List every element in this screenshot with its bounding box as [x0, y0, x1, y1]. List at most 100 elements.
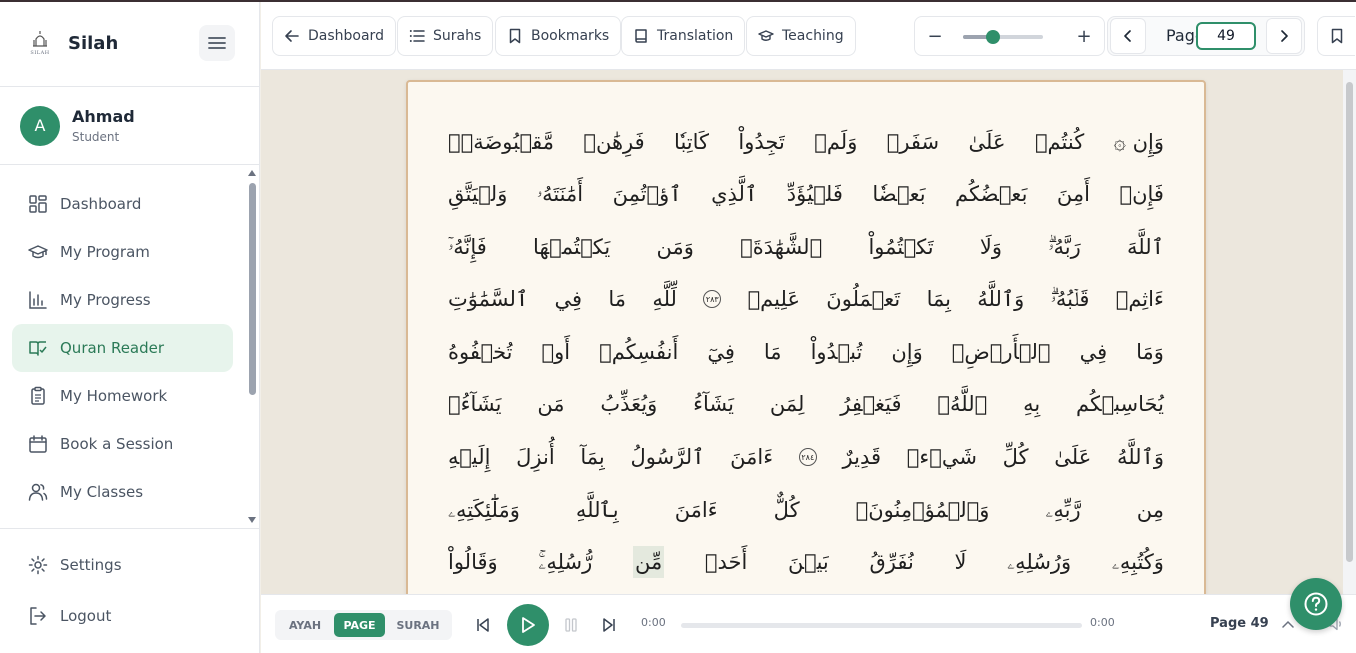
quran-word[interactable]: وَمَن — [657, 235, 694, 259]
quran-word[interactable]: وَإِن — [891, 340, 922, 364]
mushaf-page[interactable]: ۞ وَإِن كُنتُمۡ عَلَىٰ سَفَرٖ وَلَمۡ تَجِدُوا… — [406, 80, 1206, 594]
quran-word[interactable]: عَلِيمٞ — [748, 287, 800, 311]
quran-word[interactable]: فِي — [1080, 340, 1108, 364]
page-number-input[interactable] — [1196, 22, 1256, 50]
quran-word[interactable]: كَاتِبٗا — [674, 130, 709, 154]
quran-word[interactable]: وَيُعَذِّبُ — [600, 392, 657, 416]
quran-word[interactable]: مَّقۡبُوضَةٞۖ — [448, 130, 554, 154]
quran-word[interactable]: سَفَرٖ — [887, 130, 939, 154]
quran-word[interactable]: بِمَا — [927, 287, 951, 311]
quran-word[interactable]: وَٱللَّهُ — [977, 287, 1024, 311]
quran-word[interactable]: ءَامَنَ — [730, 445, 773, 469]
quran-word[interactable]: فِي — [555, 287, 583, 311]
quran-word[interactable]: تَعۡمَلُونَ — [826, 287, 900, 311]
quran-word[interactable]: فَرِهَٰنٞ — [583, 130, 644, 154]
quran-word[interactable]: ٱلۡأَرۡضِۗ — [952, 340, 1051, 364]
sidebar-item-my-progress[interactable]: My Progress — [12, 276, 233, 324]
quran-word[interactable]: شَيۡءٖ — [907, 445, 977, 469]
quran-word[interactable]: وَلَمۡ — [814, 130, 857, 154]
quran-word[interactable]: فِيٓ — [707, 340, 735, 364]
quran-word[interactable]: بَعۡضُكُم — [955, 182, 1027, 206]
quran-word[interactable]: فَلۡيُؤَدِّ — [787, 182, 843, 206]
ayah-number-marker[interactable]: ٢٨٣ — [703, 290, 722, 308]
translation-button[interactable]: Translation — [621, 16, 746, 56]
quran-word[interactable]: وَقَالُواْ — [448, 550, 498, 574]
quran-word[interactable]: قَلۡبُهُۥۗ — [1051, 287, 1090, 312]
mode-ayah-button[interactable]: AYAH — [279, 613, 331, 637]
quran-word[interactable]: عَلَىٰ — [969, 130, 1006, 154]
quran-word[interactable]: يَكۡتُمۡهَا — [533, 235, 610, 259]
quran-word[interactable]: وَمَا — [1136, 340, 1164, 364]
quran-word[interactable]: ٱلسَّمَٰوَٰتِ — [448, 287, 528, 311]
next-page-button[interactable] — [1266, 18, 1302, 54]
app-logo[interactable]: SILAH — [26, 27, 54, 59]
skip-forward-button[interactable] — [599, 615, 619, 635]
audio-progress-bar[interactable] — [681, 623, 1082, 628]
quran-word[interactable]: بِهِ — [1023, 392, 1040, 416]
sidebar-item-book-a-session[interactable]: Book a Session — [12, 420, 233, 468]
quran-word[interactable]: أَنفُسِكُمۡ — [599, 340, 678, 364]
reader-scrollbar[interactable] — [1343, 70, 1356, 594]
play-button[interactable] — [507, 604, 549, 646]
zoom-out-button[interactable]: − — [915, 17, 955, 55]
expand-player-button[interactable] — [1281, 617, 1295, 631]
zoom-slider-handle[interactable] — [986, 30, 1001, 44]
scroll-down-arrow[interactable] — [248, 517, 256, 523]
quran-word[interactable]: لِمَن — [770, 392, 805, 416]
quran-word[interactable]: تُبۡدُواْ — [811, 340, 863, 364]
quran-word[interactable]: تُخۡفُوهُ — [448, 340, 512, 364]
previous-page-button[interactable] — [1110, 18, 1146, 54]
quran-word[interactable]: ۞ وَإِن — [1114, 130, 1164, 154]
quran-word[interactable]: تَكۡتُمُواْ — [868, 235, 933, 259]
zoom-in-button[interactable]: + — [1064, 17, 1104, 55]
mode-surah-button[interactable]: SURAH — [388, 613, 448, 637]
quran-word[interactable]: يَشَآءُ — [693, 392, 734, 416]
help-button[interactable] — [1290, 578, 1342, 630]
quran-word[interactable]: يَشَآءُۗ — [448, 392, 501, 416]
quran-word[interactable]: كُلِّ — [1003, 445, 1029, 469]
quran-word[interactable]: تَجِدُواْ — [738, 130, 784, 154]
quran-word[interactable]: مِّن — [632, 546, 665, 578]
scroll-up-arrow[interactable] — [248, 170, 256, 176]
quran-word[interactable]: كُنتُمۡ — [1035, 130, 1084, 154]
quran-word[interactable]: وَكُتُبِهِۦ — [1112, 550, 1164, 575]
quran-word[interactable]: ٱللَّهُۖ — [937, 392, 987, 416]
sidebar-item-my-classes[interactable]: My Classes — [12, 468, 233, 516]
quran-word[interactable]: فَإِنۡ — [1119, 182, 1163, 206]
quran-word[interactable]: نُفَرِّقُ — [869, 550, 913, 574]
quran-word[interactable]: مَا — [764, 340, 782, 364]
quran-word[interactable]: فَيَغۡفِرُ — [840, 392, 901, 416]
zoom-slider[interactable] — [963, 30, 1043, 44]
quran-word[interactable]: وَلۡيَتَّقِ — [448, 182, 507, 206]
quran-word[interactable]: فَإِنَّهُۥٓ — [448, 235, 487, 260]
quran-word[interactable]: بَيۡنَ — [788, 550, 829, 574]
quran-word[interactable]: ٱلَّذِي — [711, 182, 757, 206]
user-profile[interactable]: A Ahmad Student — [0, 87, 259, 165]
sidebar-item-my-homework[interactable]: My Homework — [12, 372, 233, 420]
quran-word[interactable]: ٱلرَّسُولُ — [630, 445, 704, 469]
reader-scroll-thumb[interactable] — [1346, 82, 1353, 562]
quran-word[interactable]: وَٱلۡمُؤۡمِنُونَۚ — [856, 498, 990, 522]
quran-word[interactable]: لَا — [954, 550, 966, 574]
quran-word[interactable]: رَّبِّهِۦ — [1045, 498, 1080, 523]
quran-word[interactable]: رُّسُلِهِۦۚ — [538, 550, 592, 575]
quran-word[interactable]: أُنزِلَ — [516, 445, 555, 469]
scroll-thumb[interactable] — [249, 183, 256, 395]
quran-word[interactable]: أَحَدٖ — [705, 550, 747, 574]
bookmarks-button[interactable]: Bookmarks — [495, 16, 622, 56]
quran-word[interactable]: مِن — [1137, 498, 1164, 522]
quran-word[interactable]: يُحَاسِبۡكُم — [1076, 392, 1164, 416]
quran-word[interactable]: مَا — [608, 287, 626, 311]
ayah-number-marker[interactable]: ٢٨٤ — [798, 448, 817, 466]
quran-word[interactable]: لِّلَّهِ — [652, 287, 677, 311]
quran-word[interactable]: بَعۡضٗا — [872, 182, 925, 206]
quran-word[interactable]: ٱلشَّهَٰدَةَۚ — [740, 235, 822, 259]
quran-word[interactable]: قَدِيرٌ — [843, 445, 882, 469]
quran-word[interactable]: وَمَلَٰٓئِكَتِهِۦ — [448, 498, 520, 523]
quran-word[interactable]: أَمِنَ — [1057, 182, 1090, 206]
quran-word[interactable]: رَبَّهُۥۗ — [1048, 235, 1081, 260]
quran-word[interactable]: ٱللَّهَ — [1127, 235, 1164, 259]
quran-word[interactable]: ءَاثِمٞ — [1116, 287, 1164, 311]
surahs-button[interactable]: Surahs — [397, 16, 494, 56]
sidebar-item-settings[interactable]: Settings — [12, 543, 233, 587]
